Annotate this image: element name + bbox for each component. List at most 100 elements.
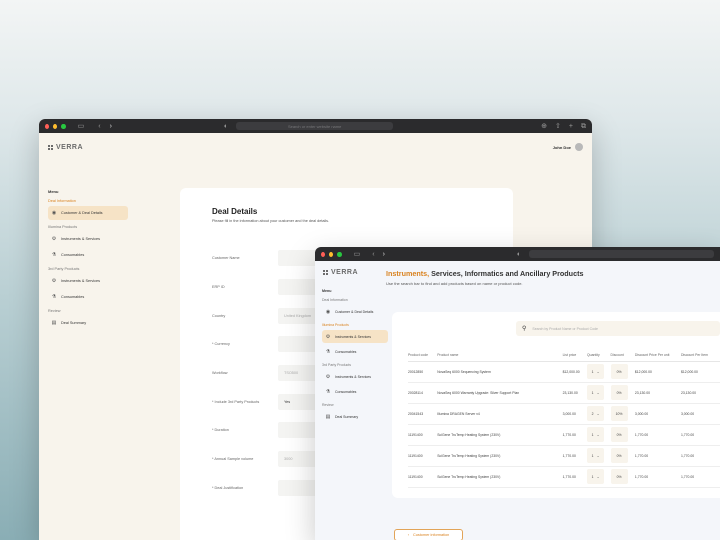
cell-code: 11191400 [408, 424, 438, 446]
form-label: * Deal Justification [212, 486, 244, 490]
sidebar-item[interactable]: ◉ Customer & Deal Details [322, 305, 388, 318]
column-header: Quantity [587, 349, 611, 362]
tab-overview-icon[interactable]: ◐ [517, 251, 521, 258]
discount-input[interactable]: 0% [610, 364, 628, 379]
minimize-window-button[interactable] [329, 251, 334, 257]
table-row: 11191400 SciGene TruTemp Heating System (… [408, 445, 720, 467]
maximize-window-button[interactable] [61, 123, 66, 129]
cell-name: Illumina DRAGEN Server v4 [437, 403, 563, 425]
sidebar-item[interactable]: ⚗ Consumables [322, 385, 388, 398]
sidebar-item-label: Customer & Deal Details [61, 211, 103, 215]
brand-name: VERRA [331, 268, 359, 276]
new-tab-icon[interactable]: + [569, 123, 573, 130]
cell-price: 1,770.00 [562, 424, 588, 446]
chevron-down-icon: ⌄ [596, 390, 600, 395]
cell-discount: 0% [610, 382, 635, 404]
download-icon[interactable]: ⊕ [541, 123, 547, 130]
sidebar-item[interactable]: ◉ Customer & Deal Details [48, 206, 128, 220]
form-label: * Duration [212, 428, 229, 432]
products-card: ⚲ Search by Product Name or Product Code… [392, 312, 720, 498]
discount-input[interactable]: 0% [610, 427, 628, 442]
cell-qty: 2 ⌄ [587, 403, 611, 425]
sidebar-toggle-icon[interactable]: ▭ [354, 251, 361, 258]
cell-discount: 0% [610, 424, 635, 446]
brand-name: VERRA [56, 143, 84, 151]
sidebar-item[interactable]: ⚗ Consumables [48, 248, 128, 262]
sidebar-item[interactable]: ⚗ Consumables [322, 345, 388, 358]
quantity-select[interactable]: 1 ⌄ [587, 427, 605, 442]
sidebar: Menu Deal Information ◉ Customer & Deal De… [322, 289, 388, 425]
back-icon[interactable]: ‹ [372, 251, 374, 258]
cell-code: 20041543 [408, 403, 438, 425]
cell-unit: $12,000.00 [634, 361, 681, 383]
forward-icon[interactable]: › [110, 123, 112, 130]
sidebar-item[interactable]: ⚗ Consumables [48, 290, 128, 304]
cell-price: 1,770.00 [562, 445, 588, 467]
chevron-down-icon: ⌄ [596, 453, 600, 458]
minimize-window-button[interactable] [53, 123, 58, 129]
close-window-button[interactable] [321, 251, 326, 257]
consumables-icon: ⚗ [325, 388, 331, 395]
sidebar-item[interactable]: ⚙ Instruments & Services [322, 370, 388, 383]
quantity-value: 2 [591, 411, 594, 416]
discount-input[interactable]: 0% [610, 469, 628, 484]
discount-input[interactable]: 10% [610, 406, 628, 421]
instrument-icon: ⚙ [325, 333, 331, 340]
user-menu[interactable]: John Doe [553, 143, 583, 151]
sidebar-item[interactable]: ▤ Deal Summary [48, 316, 128, 330]
sidebar-item-label: Instruments & Services [61, 279, 101, 283]
avatar[interactable] [575, 143, 583, 151]
discount-input[interactable]: 0% [610, 448, 628, 463]
cell-code: 11191400 [408, 466, 438, 488]
discount-input[interactable]: 0% [610, 385, 628, 400]
quantity-select[interactable]: 1 ⌄ [587, 469, 605, 484]
table-row: 20012850 NovaSeq 6000 Sequencing System $1… [408, 361, 720, 383]
quantity-select[interactable]: 1 ⌄ [587, 385, 605, 400]
address-bar[interactable] [529, 250, 714, 258]
close-window-button[interactable] [45, 123, 50, 129]
share-icon[interactable]: ⇧ [555, 123, 561, 130]
address-bar[interactable]: Search or enter website name [236, 122, 394, 130]
sidebar-section-title: Illumina Products [48, 225, 78, 229]
cell-item: $12,000.00 [680, 361, 720, 383]
sidebar-item[interactable]: ⚙ Instruments & Services [48, 274, 128, 288]
sidebar-section-title: Review [48, 309, 61, 313]
tab-overview-icon[interactable]: ◐ [224, 123, 228, 130]
form-label: ERP ID [212, 285, 225, 289]
quantity-select[interactable]: 1 ⌄ [587, 364, 605, 379]
instrument-icon: ⚙ [51, 278, 57, 284]
table-row: 20028114 NovaSeq 6000 Warranty Upgrade: S… [408, 382, 720, 404]
cell-item: 1,770.00 [680, 466, 720, 488]
cell-name: SciGene TruTemp Heating System (230V) [437, 424, 563, 446]
sidebar-toggle-icon[interactable]: ▭ [78, 123, 85, 130]
column-header: Discount Per Item [680, 349, 720, 362]
sidebar-item[interactable]: ▤ Deal Summary [322, 410, 388, 423]
consumables-icon: ⚗ [51, 252, 57, 258]
document-icon: ▤ [325, 413, 331, 420]
cell-unit: 1,770.00 [634, 445, 681, 467]
app-header: VERRA John Doe [39, 133, 592, 161]
quantity-select[interactable]: 1 ⌄ [587, 448, 605, 463]
customer-information-button[interactable]: ‹ Customer information [394, 529, 463, 540]
forward-icon[interactable]: › [383, 251, 385, 258]
quantity-select[interactable]: 2 ⌄ [587, 406, 605, 421]
menu-title: Menu [48, 189, 59, 194]
cell-name: NovaSeq 6000 Warranty Upgrade: Silver Su… [437, 382, 563, 404]
page-title: Instruments, Services, Informatics and A… [386, 269, 583, 278]
cell-code: 20012850 [408, 361, 438, 383]
product-search-input[interactable]: ⚲ Search by Product Name or Product Code [516, 321, 720, 336]
cell-price: 3,000.00 [562, 403, 588, 425]
cell-unit: 3,000.00 [634, 403, 681, 425]
user-icon: ◉ [325, 308, 331, 315]
maximize-window-button[interactable] [337, 251, 342, 257]
cell-code: 11191400 [408, 445, 438, 467]
sidebar-item[interactable]: ⚙ Instruments & Services [48, 232, 128, 246]
cell-price: 23,130.00 [562, 382, 588, 404]
sidebar-item[interactable]: ⚙ Instruments & Services [322, 330, 388, 343]
tabs-icon[interactable]: ⧉ [581, 123, 586, 130]
quantity-value: 1 [591, 432, 594, 437]
document-icon: ▤ [51, 320, 57, 326]
form-label: * Currency [212, 342, 230, 346]
back-icon[interactable]: ‹ [98, 123, 100, 130]
sidebar-item-label: Consumables [61, 253, 85, 257]
